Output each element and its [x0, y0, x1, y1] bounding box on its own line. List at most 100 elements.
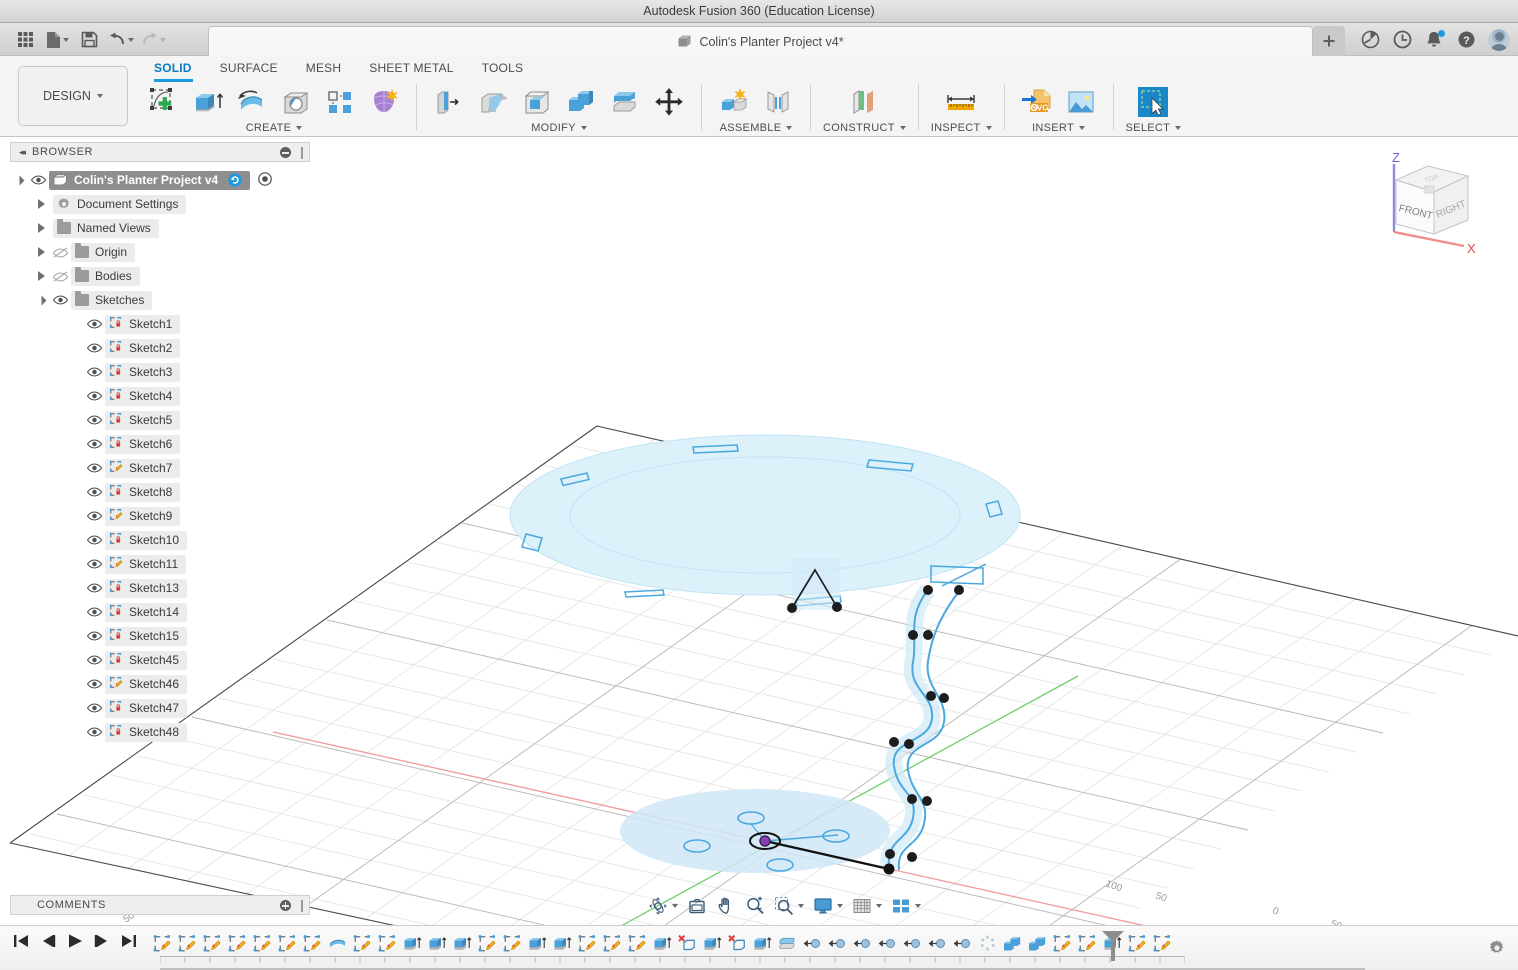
- measure-tool[interactable]: [941, 83, 981, 121]
- timeline-feature-extrude[interactable]: [450, 930, 475, 956]
- sketch-visibility-icon[interactable]: [83, 384, 105, 408]
- viewports-icon[interactable]: [888, 894, 924, 918]
- redo-icon[interactable]: [138, 27, 168, 53]
- sketch-visibility-icon[interactable]: [83, 696, 105, 720]
- browser-sketch-item[interactable]: Sketch9: [11, 504, 309, 528]
- pattern-tool[interactable]: [320, 83, 360, 121]
- undo-icon[interactable]: [106, 27, 136, 53]
- browser-sketch-item[interactable]: Sketch3: [11, 360, 309, 384]
- sketches-twisty[interactable]: [33, 288, 49, 312]
- timeline-settings-gear-icon[interactable]: [1488, 939, 1506, 957]
- fit-icon[interactable]: [771, 894, 807, 918]
- timeline-feature-move[interactable]: [825, 930, 850, 956]
- zoom-icon[interactable]: [742, 894, 768, 918]
- browser-minimize-icon[interactable]: [280, 147, 291, 158]
- browser-sketch-item[interactable]: Sketch45: [11, 648, 309, 672]
- browser-sketch-item[interactable]: Sketch48: [11, 720, 309, 744]
- browser-sketch-item[interactable]: Sketch15: [11, 624, 309, 648]
- timeline-feature-extrude[interactable]: [750, 930, 775, 956]
- browser-collapse-icon[interactable]: ◂◂: [19, 147, 26, 158]
- timeline-feature-extrude[interactable]: [700, 930, 725, 956]
- sketch-visibility-icon[interactable]: [83, 336, 105, 360]
- timeline-feature-move[interactable]: [925, 930, 950, 956]
- account-avatar[interactable]: [1488, 28, 1510, 51]
- move-copy-tool[interactable]: [649, 83, 689, 121]
- timeline-feature-sketch[interactable]: [475, 930, 500, 956]
- browser-sketch-item[interactable]: Sketch11: [11, 552, 309, 576]
- ribbon-group-label-construct[interactable]: CONSTRUCT: [823, 122, 906, 134]
- sketch-visibility-icon[interactable]: [83, 504, 105, 528]
- sketch-visibility-icon[interactable]: [83, 360, 105, 384]
- browser-item-sketches[interactable]: Sketches: [11, 288, 309, 312]
- browser-sketch-item[interactable]: Sketch2: [11, 336, 309, 360]
- sketch-visibility-icon[interactable]: [83, 624, 105, 648]
- workspace-selector[interactable]: DESIGN: [18, 66, 128, 126]
- timeline-feature-move[interactable]: [900, 930, 925, 956]
- timeline-feature-move[interactable]: [875, 930, 900, 956]
- named-views-twisty[interactable]: [33, 216, 49, 240]
- ribbon-tab-solid[interactable]: SOLID: [140, 57, 206, 79]
- timeline-feature-move[interactable]: [950, 930, 975, 956]
- shell-tool[interactable]: [517, 83, 557, 121]
- sketch-visibility-icon[interactable]: [83, 600, 105, 624]
- sketch-visibility-icon[interactable]: [83, 720, 105, 744]
- ribbon-group-label-select[interactable]: SELECT: [1126, 122, 1182, 134]
- orbit-icon[interactable]: [645, 894, 681, 918]
- origin-twisty[interactable]: [33, 240, 49, 264]
- pan-icon[interactable]: [713, 894, 739, 918]
- sketches-visibility-icon[interactable]: [49, 288, 71, 312]
- root-display-state-icon[interactable]: [258, 171, 273, 189]
- timeline-feature-sketch[interactable]: [200, 930, 225, 956]
- timeline-end-marker[interactable]: [1100, 929, 1126, 963]
- app-grid-icon[interactable]: [10, 27, 40, 53]
- document-settings-twisty[interactable]: [33, 192, 49, 216]
- canvas-image-tool[interactable]: [1061, 83, 1101, 121]
- offset-face-tool[interactable]: [605, 83, 645, 121]
- root-visibility-icon[interactable]: [27, 168, 49, 192]
- timeline-feature-sketch[interactable]: [350, 930, 375, 956]
- browser-sketch-item[interactable]: Sketch13: [11, 576, 309, 600]
- new-tab-button[interactable]: [1313, 26, 1345, 56]
- timeline-feature-delete-face[interactable]: [725, 930, 750, 956]
- recent-icon[interactable]: [1392, 30, 1412, 50]
- timeline-feature-sketch[interactable]: [300, 930, 325, 956]
- grid-snaps-icon[interactable]: [849, 894, 885, 918]
- origin-visibility-icon[interactable]: [49, 240, 71, 264]
- browser-sketch-item[interactable]: Sketch7: [11, 456, 309, 480]
- sketch-visibility-icon[interactable]: [83, 456, 105, 480]
- select-window-tool[interactable]: [1133, 83, 1173, 121]
- save-icon[interactable]: [74, 27, 104, 53]
- new-component-tool[interactable]: [714, 83, 754, 121]
- browser-sketch-item[interactable]: Sketch6: [11, 432, 309, 456]
- timeline-feature-sketch[interactable]: [1150, 930, 1175, 956]
- ribbon-tab-tools[interactable]: TOOLS: [468, 57, 537, 79]
- root-sync-icon[interactable]: [228, 173, 242, 187]
- hole-tool[interactable]: [276, 83, 316, 121]
- timeline-feature-sketch[interactable]: [1050, 930, 1075, 956]
- play-button[interactable]: [66, 932, 84, 950]
- timeline-feature-move[interactable]: [800, 930, 825, 956]
- timeline-feature-delete-face[interactable]: [675, 930, 700, 956]
- browser-item-bodies[interactable]: Bodies: [11, 264, 309, 288]
- ribbon-tab-sheet-metal[interactable]: SHEET METAL: [355, 57, 467, 79]
- timeline-feature-sketch[interactable]: [575, 930, 600, 956]
- timeline-feature-combine[interactable]: [1000, 930, 1025, 956]
- timeline-feature-extrude[interactable]: [425, 930, 450, 956]
- sketch-visibility-icon[interactable]: [83, 408, 105, 432]
- browser-sketch-item[interactable]: Sketch10: [11, 528, 309, 552]
- browser-item-document-settings[interactable]: Document Settings: [11, 192, 309, 216]
- press-pull-tool[interactable]: [429, 83, 469, 121]
- root-expand-twisty[interactable]: [11, 168, 27, 192]
- timeline-feature-offset-face[interactable]: [775, 930, 800, 956]
- timeline-feature-combine[interactable]: [1025, 930, 1050, 956]
- timeline-feature-extrude[interactable]: [550, 930, 575, 956]
- browser-sketch-item[interactable]: Sketch4: [11, 384, 309, 408]
- offset-plane-tool[interactable]: [844, 83, 884, 121]
- comments-resize-grip[interactable]: [301, 900, 303, 912]
- timeline-feature-pattern[interactable]: [975, 930, 1000, 956]
- timeline-feature-sketch[interactable]: [500, 930, 525, 956]
- timeline-feature-extrude[interactable]: [400, 930, 425, 956]
- browser-sketch-item[interactable]: Sketch8: [11, 480, 309, 504]
- extrude-tool[interactable]: [188, 83, 228, 121]
- browser-root-node[interactable]: Colin's Planter Project v4: [11, 168, 309, 192]
